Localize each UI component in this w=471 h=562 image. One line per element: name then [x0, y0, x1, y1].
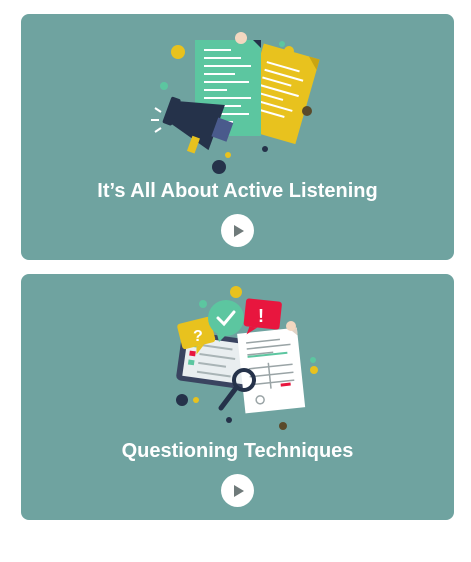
question-mark-icon: ?	[193, 328, 203, 345]
video-card-questioning-techniques[interactable]: ? ! Questioning Techniques	[21, 274, 454, 520]
megaphone-documents-icon	[151, 32, 320, 174]
play-icon	[233, 224, 244, 237]
card-title: It’s All About Active Listening	[97, 180, 378, 202]
play-button[interactable]	[221, 474, 254, 507]
card-title: Questioning Techniques	[121, 440, 354, 462]
play-button[interactable]	[221, 214, 254, 247]
play-icon	[233, 484, 244, 497]
video-card-active-listening[interactable]: It’s All About Active Listening	[21, 14, 454, 260]
questions-checklist-magnifier-icon: ? !	[176, 286, 318, 430]
exclamation-icon: !	[258, 306, 264, 326]
